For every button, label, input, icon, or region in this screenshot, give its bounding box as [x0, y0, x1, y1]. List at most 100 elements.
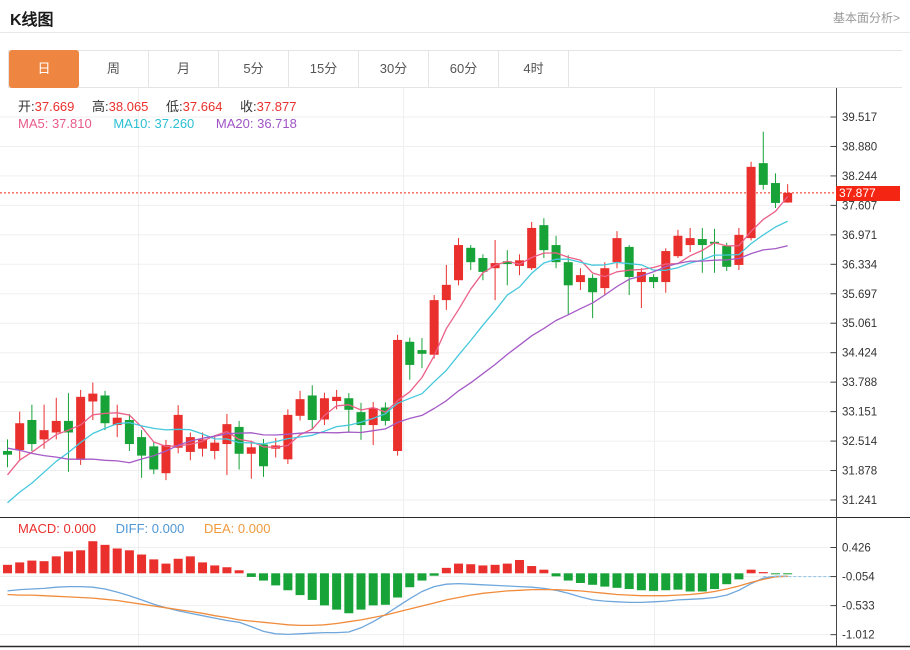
tab-30分[interactable]: 30分	[359, 51, 429, 87]
macd-bar	[344, 573, 353, 613]
price-axis-label: 31.878	[842, 466, 877, 478]
ma10-readout: MA10: 37.260	[113, 116, 194, 131]
fundamental-analysis-link[interactable]: 基本面分析>	[833, 9, 900, 26]
macd-bar	[320, 573, 329, 605]
macd-bar	[673, 573, 682, 589]
price-axis-label: 39.517	[842, 112, 877, 124]
macd-bar	[198, 562, 207, 573]
close-label: 收:	[240, 99, 257, 114]
macd-bar	[125, 550, 134, 573]
candle-body	[527, 228, 536, 268]
macd-bar	[649, 573, 658, 591]
candle-body	[442, 285, 451, 300]
macd-bar	[405, 573, 414, 587]
macd-bar	[210, 565, 219, 573]
candle-body	[332, 397, 341, 401]
price-axis-label: 31.241	[842, 495, 877, 507]
dea-value-readout: DEA: 0.000	[204, 521, 271, 536]
macd-bar	[442, 568, 451, 573]
macd-bar	[503, 564, 512, 574]
macd-bar	[161, 564, 170, 574]
price-axis-label: 35.697	[842, 289, 877, 301]
macd-readout: MACD: 0.000 DIFF: 0.000 DEA: 0.000	[18, 521, 270, 536]
macd-bar	[454, 564, 463, 574]
macd-bar	[137, 555, 146, 574]
candle-body	[430, 300, 439, 355]
diff-value-readout: DIFF: 0.000	[116, 521, 185, 536]
candle-body	[600, 268, 609, 288]
macd-value-readout: MACD: 0.000	[18, 521, 96, 536]
macd-bar	[15, 562, 24, 573]
macd-bar	[686, 573, 695, 591]
macd-bar	[76, 550, 85, 573]
macd-axis-label: -1.012	[842, 630, 875, 642]
candle-body	[174, 415, 183, 448]
price-axis-label: 38.880	[842, 141, 877, 153]
tab-月[interactable]: 月	[149, 51, 219, 87]
macd-bar	[417, 573, 426, 580]
macd-bar	[576, 573, 585, 583]
candle-body	[539, 225, 548, 250]
candle-body	[673, 236, 682, 256]
candle-body	[454, 245, 463, 280]
candle-body	[137, 437, 146, 456]
macd-bar	[637, 573, 646, 590]
candle-body	[649, 277, 658, 282]
candle-body	[734, 235, 743, 265]
candle-body	[259, 445, 268, 467]
macd-bar	[478, 565, 487, 573]
close-value: 37.877	[257, 99, 297, 114]
candle-body	[588, 278, 597, 292]
macd-bar	[393, 573, 402, 597]
macd-bar	[283, 573, 292, 590]
candle-body	[15, 423, 24, 450]
macd-bar	[588, 573, 597, 585]
ma5-readout: MA5: 37.810	[18, 116, 92, 131]
macd-bar	[235, 570, 244, 573]
macd-bar	[539, 570, 548, 574]
macd-bar	[296, 573, 305, 595]
timeframe-tabbar: 日周月5分15分30分60分4时	[8, 50, 902, 88]
macd-bar	[600, 573, 609, 586]
candle-body	[52, 421, 61, 433]
macd-bar	[27, 561, 36, 574]
candle-body	[283, 415, 292, 459]
candle-body	[101, 395, 110, 423]
macd-bar	[747, 570, 756, 574]
tab-4时[interactable]: 4时	[499, 51, 569, 87]
macd-bar	[40, 561, 49, 573]
tab-周[interactable]: 周	[79, 51, 149, 87]
price-axis-label: 32.514	[842, 436, 878, 448]
macd-bar	[613, 573, 622, 588]
macd-bar	[466, 564, 475, 573]
candle-body	[369, 408, 378, 425]
macd-bar	[101, 545, 110, 573]
open-label: 开:	[18, 99, 35, 114]
macd-bar	[430, 573, 439, 575]
last-price-tag: 37.877	[836, 186, 900, 201]
candle-body	[344, 398, 353, 410]
tab-日[interactable]: 日	[9, 50, 79, 88]
candle-body	[393, 340, 402, 451]
candle-body	[3, 451, 12, 455]
candle-body	[564, 262, 573, 285]
tab-15分[interactable]: 15分	[289, 51, 359, 87]
macd-axis-label: 0.426	[842, 543, 871, 555]
macd-bar	[759, 572, 768, 573]
candle-body	[149, 446, 158, 469]
macd-bar	[381, 573, 390, 604]
macd-bar	[247, 573, 256, 577]
macd-bar	[552, 573, 561, 576]
candle-body	[478, 258, 487, 272]
candle-body	[308, 395, 317, 420]
tab-60分[interactable]: 60分	[429, 51, 499, 87]
tab-5分[interactable]: 5分	[219, 51, 289, 87]
candle-body	[466, 248, 475, 262]
price-axis-label: 33.151	[842, 407, 877, 419]
macd-bar	[710, 573, 719, 589]
candle-body	[576, 275, 585, 282]
macd-bar	[113, 548, 122, 573]
high-label: 高:	[92, 99, 109, 114]
open-value: 37.669	[35, 99, 75, 114]
macd-bar	[308, 573, 317, 600]
